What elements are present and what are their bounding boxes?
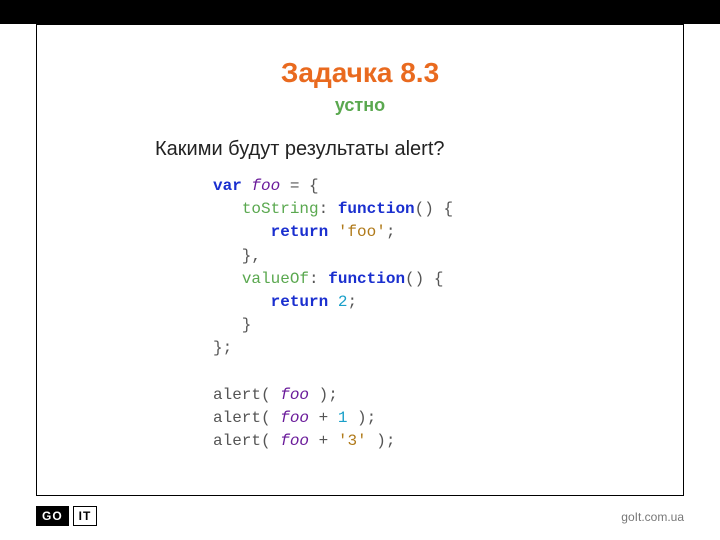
punct: };	[213, 339, 232, 357]
punct: () {	[415, 200, 453, 218]
string-3: '3'	[338, 432, 367, 450]
punct: },	[213, 247, 261, 265]
punct: +	[309, 409, 338, 427]
punct: ;	[347, 293, 357, 311]
identifier-foo: foo	[280, 386, 309, 404]
punct: );	[367, 432, 396, 450]
property-tostring: toString	[242, 200, 319, 218]
punct: :	[309, 270, 328, 288]
call-alert: alert(	[213, 409, 280, 427]
string-foo: 'foo'	[338, 223, 386, 241]
identifier-foo: foo	[251, 177, 280, 195]
footer-url: goIt.com.ua	[621, 510, 684, 524]
call-alert: alert(	[213, 432, 280, 450]
code-block: var foo = { toString: function() { retur…	[213, 175, 643, 453]
keyword-var: var	[213, 177, 242, 195]
keyword-function: function	[338, 200, 415, 218]
goit-logo: GO IT	[36, 506, 97, 526]
keyword-return: return	[271, 223, 329, 241]
punct: );	[347, 409, 376, 427]
identifier-foo: foo	[280, 409, 309, 427]
footer: GO IT goIt.com.ua	[0, 496, 720, 540]
punct: }	[213, 316, 251, 334]
number-2: 2	[338, 293, 348, 311]
top-black-bar	[0, 0, 720, 24]
keyword-return: return	[271, 293, 329, 311]
punct: +	[309, 432, 338, 450]
property-valueof: valueOf	[242, 270, 309, 288]
punct: () {	[405, 270, 443, 288]
punct: :	[319, 200, 338, 218]
punct: );	[309, 386, 338, 404]
slide-title: Задачка 8.3	[77, 57, 643, 89]
number-1: 1	[338, 409, 348, 427]
slide-question: Какими будут результаты alert?	[155, 138, 643, 161]
content-frame: Задачка 8.3 устно Какими будут результат…	[36, 24, 684, 496]
identifier-foo: foo	[280, 432, 309, 450]
slide-subtitle: устно	[77, 95, 643, 116]
call-alert: alert(	[213, 386, 280, 404]
punct: ;	[386, 223, 396, 241]
slide: Задачка 8.3 устно Какими будут результат…	[0, 0, 720, 540]
logo-go: GO	[36, 506, 69, 526]
punct: = {	[280, 177, 318, 195]
keyword-function: function	[328, 270, 405, 288]
logo-it: IT	[73, 506, 98, 526]
